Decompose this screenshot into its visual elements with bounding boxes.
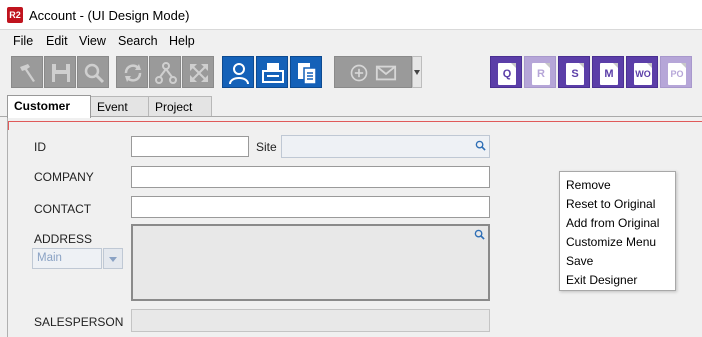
hammer-button[interactable] — [11, 56, 43, 88]
tab-customer[interactable]: Customer — [7, 95, 91, 118]
tab-project[interactable]: Project — [148, 96, 212, 117]
menu-view[interactable]: View — [79, 34, 106, 48]
doc-wo-button[interactable]: WO — [626, 56, 658, 88]
menu-item-add-from-original[interactable]: Add from Original — [560, 214, 675, 233]
doc-q-button[interactable]: Q — [490, 56, 522, 88]
site-label: Site — [256, 140, 277, 154]
id-label: ID — [34, 140, 46, 154]
tab-strip: Customer Event Project — [0, 95, 702, 118]
doc-m-icon: M — [600, 63, 618, 85]
menu-item-reset-to-original[interactable]: Reset to Original — [560, 195, 675, 214]
refresh-button[interactable] — [116, 56, 148, 88]
company-field[interactable] — [131, 166, 490, 188]
documents-icon — [298, 63, 317, 85]
doc-po-button[interactable]: PO — [660, 56, 692, 88]
fax-button[interactable] — [256, 56, 288, 88]
fax-machine-icon — [262, 63, 284, 83]
contact-field[interactable] — [131, 196, 490, 218]
design-context-menu: Remove Reset to Original Add from Origin… — [559, 171, 676, 291]
hammer-icon — [20, 64, 35, 82]
doc-q-icon: Q — [498, 63, 516, 85]
window-title: Account - (UI Design Mode) — [29, 8, 190, 23]
salesperson-label: SALESPERSON — [34, 315, 124, 329]
site-field[interactable] — [281, 135, 490, 158]
customer-button[interactable] — [222, 56, 254, 88]
person-icon — [229, 63, 249, 85]
envelope-icon — [375, 65, 397, 81]
expand-arrows-icon — [190, 64, 208, 82]
address-type-dropdown-button[interactable] — [103, 248, 123, 269]
design-mode-outline — [8, 121, 702, 130]
add-message-button[interactable] — [334, 56, 412, 88]
app-logo-icon: R2 — [7, 7, 23, 23]
doc-r-button[interactable]: R — [524, 56, 556, 88]
title-bar: R2 Account - (UI Design Mode) — [0, 0, 702, 30]
contact-label: CONTACT — [34, 202, 92, 216]
tab-event[interactable]: Event — [90, 96, 149, 117]
menu-file[interactable]: File — [13, 34, 33, 48]
address-label: ADDRESS — [34, 232, 93, 246]
find-button[interactable] — [77, 56, 109, 88]
company-label: COMPANY — [34, 170, 94, 184]
documents-button[interactable] — [290, 56, 322, 88]
toolbar: Q R S M WO PO — [0, 53, 702, 91]
menu-item-customize-menu[interactable]: Customize Menu — [560, 233, 675, 252]
doc-po-icon: PO — [668, 63, 686, 85]
hierarchy-icon — [155, 62, 177, 84]
refresh-icon — [124, 64, 142, 82]
menu-item-remove[interactable]: Remove — [560, 176, 675, 195]
expand-button[interactable] — [182, 56, 214, 88]
doc-m-button[interactable]: M — [592, 56, 624, 88]
menu-item-save[interactable]: Save — [560, 252, 675, 271]
menu-bar: File Edit View Search Help — [0, 31, 702, 51]
hierarchy-button[interactable] — [149, 56, 181, 88]
toolbar-dropdown-button[interactable] — [412, 56, 422, 88]
doc-s-icon: S — [566, 63, 584, 85]
doc-r-icon: R — [532, 63, 550, 85]
magnifier-icon — [84, 63, 105, 84]
address-type-select[interactable]: Main — [32, 248, 102, 269]
save-button[interactable] — [44, 56, 76, 88]
doc-wo-icon: WO — [634, 63, 652, 85]
salesperson-field[interactable] — [131, 309, 490, 332]
site-search-icon[interactable] — [475, 140, 486, 151]
doc-s-button[interactable]: S — [558, 56, 590, 88]
id-field[interactable] — [131, 136, 249, 157]
add-circle-icon — [350, 64, 368, 82]
address-search-icon[interactable] — [474, 229, 485, 240]
menu-edit[interactable]: Edit — [46, 34, 68, 48]
menu-item-exit-designer[interactable]: Exit Designer — [560, 271, 675, 290]
menu-help[interactable]: Help — [169, 34, 195, 48]
address-field[interactable] — [131, 224, 490, 301]
floppy-disk-icon — [52, 64, 70, 82]
menu-search[interactable]: Search — [118, 34, 158, 48]
